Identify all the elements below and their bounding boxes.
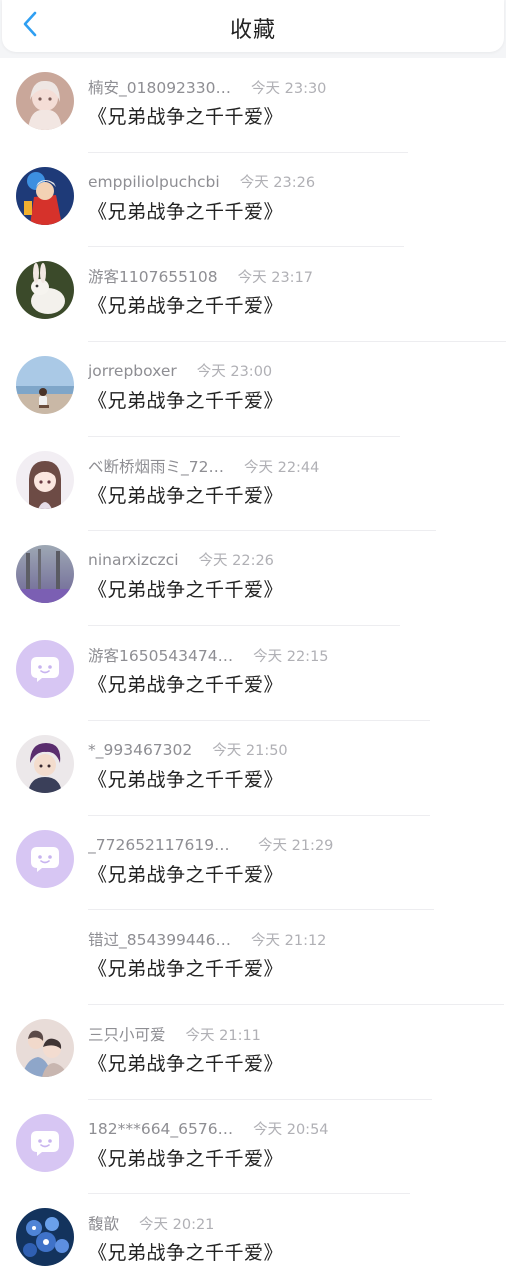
item-meta: 182***664_6576… 今天 20:54	[88, 1118, 329, 1139]
list-item[interactable]: 游客1650543474… 今天 22:15 《兄弟战争之千千爱》	[0, 626, 506, 721]
top-bar: 收藏	[2, 0, 504, 52]
list-item[interactable]: *_993467302 今天 21:50 《兄弟战争之千千爱》	[0, 720, 506, 816]
avatar[interactable]	[16, 1018, 74, 1077]
avatar[interactable]	[16, 829, 74, 888]
forest-avatar-icon	[16, 545, 74, 604]
work-title[interactable]: 《兄弟战争之千千爱》	[88, 1049, 283, 1076]
avatar[interactable]	[16, 166, 74, 225]
default-chat-avatar-icon	[16, 640, 74, 699]
list-item[interactable]: 错过_854399446… 今天 21:12 《兄弟战争之千千爱》	[0, 910, 506, 1005]
user-name: jorrepboxer	[88, 362, 177, 381]
avatar[interactable]	[16, 356, 74, 415]
timestamp: 今天 21:50	[212, 742, 288, 759]
user-name: 楠安_018092330…	[88, 79, 232, 97]
work-title[interactable]: 《兄弟战争之千千爱》	[88, 291, 283, 318]
avatar[interactable]	[16, 1208, 74, 1267]
page-title: 收藏	[229, 18, 276, 43]
work-title[interactable]: 《兄弟战争之千千爱》	[88, 765, 283, 792]
user-name: 游客1650543474…	[88, 647, 234, 666]
girl-avatar-icon	[16, 72, 74, 130]
user-name: 错过_854399446…	[88, 931, 232, 950]
anime-girl-avatar-icon	[16, 450, 74, 509]
work-title[interactable]: 《兄弟战争之千千爱》	[88, 954, 283, 981]
rabbit-avatar-icon	[16, 261, 74, 320]
list-item[interactable]: 楠安_018092330… 今天 23:30 《兄弟战争之千千爱》	[0, 58, 506, 153]
user-name: *_993467302	[88, 740, 193, 759]
avatar[interactable]	[16, 1113, 74, 1172]
timestamp: 今天 21:12	[251, 933, 327, 950]
beach-avatar-icon	[16, 356, 74, 415]
item-meta: 游客1107655108 今天 23:17	[88, 265, 313, 287]
item-meta: jorrepboxer 今天 23:00	[88, 360, 272, 381]
user-name: ベ断桥烟雨ミ_72…	[88, 457, 224, 476]
timestamp: 今天 23:30	[251, 81, 327, 97]
timestamp: 今天 22:26	[198, 553, 274, 570]
avatar[interactable]	[16, 734, 74, 793]
timestamp: 今天 22:15	[253, 649, 329, 666]
list-item[interactable]: jorrepboxer 今天 23:00 《兄弟战争之千千爱》	[0, 342, 506, 437]
work-title[interactable]: 《兄弟战争之千千爱》	[88, 1238, 283, 1265]
user-name: emppiliolpuchcbi	[88, 172, 220, 191]
default-chat-avatar-icon	[16, 829, 74, 888]
timestamp: 今天 23:17	[237, 270, 314, 287]
user-name: 游客1107655108	[88, 268, 218, 287]
avatar[interactable]	[16, 261, 74, 320]
item-meta: 游客1650543474… 今天 22:15	[88, 644, 329, 666]
list-item[interactable]: _7726521176194… 今天 21:29 《兄弟战争之千千爱》	[0, 815, 506, 911]
work-title[interactable]: 《兄弟战争之千千爱》	[88, 197, 283, 224]
list-item[interactable]: 馥歆 今天 20:21 《兄弟战争之千千爱》	[0, 1194, 506, 1280]
blue-flower-avatar-icon	[16, 1208, 74, 1267]
default-chat-avatar-icon	[16, 1113, 74, 1172]
item-meta: 楠安_018092330… 今天 23:30	[88, 76, 326, 98]
timestamp: 今天 21:11	[185, 1027, 261, 1044]
item-meta: *_993467302 今天 21:50	[88, 739, 288, 760]
user-name: 182***664_6576…	[88, 1119, 234, 1138]
work-title[interactable]: 《兄弟战争之千千爱》	[88, 386, 283, 413]
timestamp: 今天 23:00	[196, 364, 273, 381]
item-meta: ninarxizczci 今天 22:26	[88, 549, 274, 570]
user-name: _7726521176194…	[88, 835, 238, 854]
item-meta: emppiliolpuchcbi 今天 23:26	[88, 171, 315, 192]
work-title[interactable]: 《兄弟战争之千千爱》	[88, 1144, 283, 1171]
list-item[interactable]: 游客1107655108 今天 23:17 《兄弟战争之千千爱》	[0, 247, 506, 343]
work-title[interactable]: 《兄弟战争之千千爱》	[88, 670, 283, 697]
item-meta: ベ断桥烟雨ミ_72… 今天 22:44	[88, 455, 319, 477]
item-meta: _7726521176194… 今天 21:29	[88, 834, 333, 855]
user-name: ninarxizczci	[88, 551, 179, 570]
item-meta: 馥歆 今天 20:21	[88, 1212, 214, 1234]
list-item[interactable]: emppiliolpuchcbi 今天 23:26 《兄弟战争之千千爱》	[0, 152, 506, 248]
hero-avatar-icon	[16, 166, 74, 225]
list-item[interactable]: 三只小可爱 今天 21:11 《兄弟战争之千千爱》	[0, 1004, 506, 1100]
timestamp: 今天 20:21	[139, 1217, 215, 1234]
user-name: 馥歆	[88, 1215, 120, 1234]
timestamp: 今天 21:29	[258, 837, 334, 854]
avatar[interactable]	[16, 545, 74, 604]
list-item[interactable]: 182***664_6576… 今天 20:54 《兄弟战争之千千爱》	[0, 1099, 506, 1195]
work-title[interactable]: 《兄弟战争之千千爱》	[88, 102, 283, 129]
list-item[interactable]: ninarxizczci 今天 22:26 《兄弟战争之千千爱》	[0, 531, 506, 627]
timestamp: 今天 23:26	[239, 174, 316, 191]
group-avatar-icon	[16, 1018, 74, 1077]
timestamp: 今天 22:44	[243, 459, 320, 476]
favorites-list: 楠安_018092330… 今天 23:30 《兄弟战争之千千爱》 emppiliol…	[0, 58, 506, 1280]
user-name: 三只小可爱	[88, 1025, 166, 1044]
avatar[interactable]	[16, 450, 74, 509]
work-title[interactable]: 《兄弟战争之千千爱》	[88, 860, 283, 887]
work-title[interactable]: 《兄弟战争之千千爱》	[88, 481, 283, 508]
boy-avatar-icon	[16, 734, 74, 793]
work-title[interactable]: 《兄弟战争之千千爱》	[88, 575, 283, 602]
timestamp: 今天 20:54	[253, 1121, 329, 1138]
avatar[interactable]	[16, 640, 74, 699]
item-meta: 三只小可爱 今天 21:11	[88, 1023, 261, 1045]
item-meta: 错过_854399446… 今天 21:12	[88, 928, 326, 950]
list-item[interactable]: ベ断桥烟雨ミ_72… 今天 22:44 《兄弟战争之千千爱》	[0, 436, 506, 532]
avatar[interactable]	[16, 72, 74, 130]
